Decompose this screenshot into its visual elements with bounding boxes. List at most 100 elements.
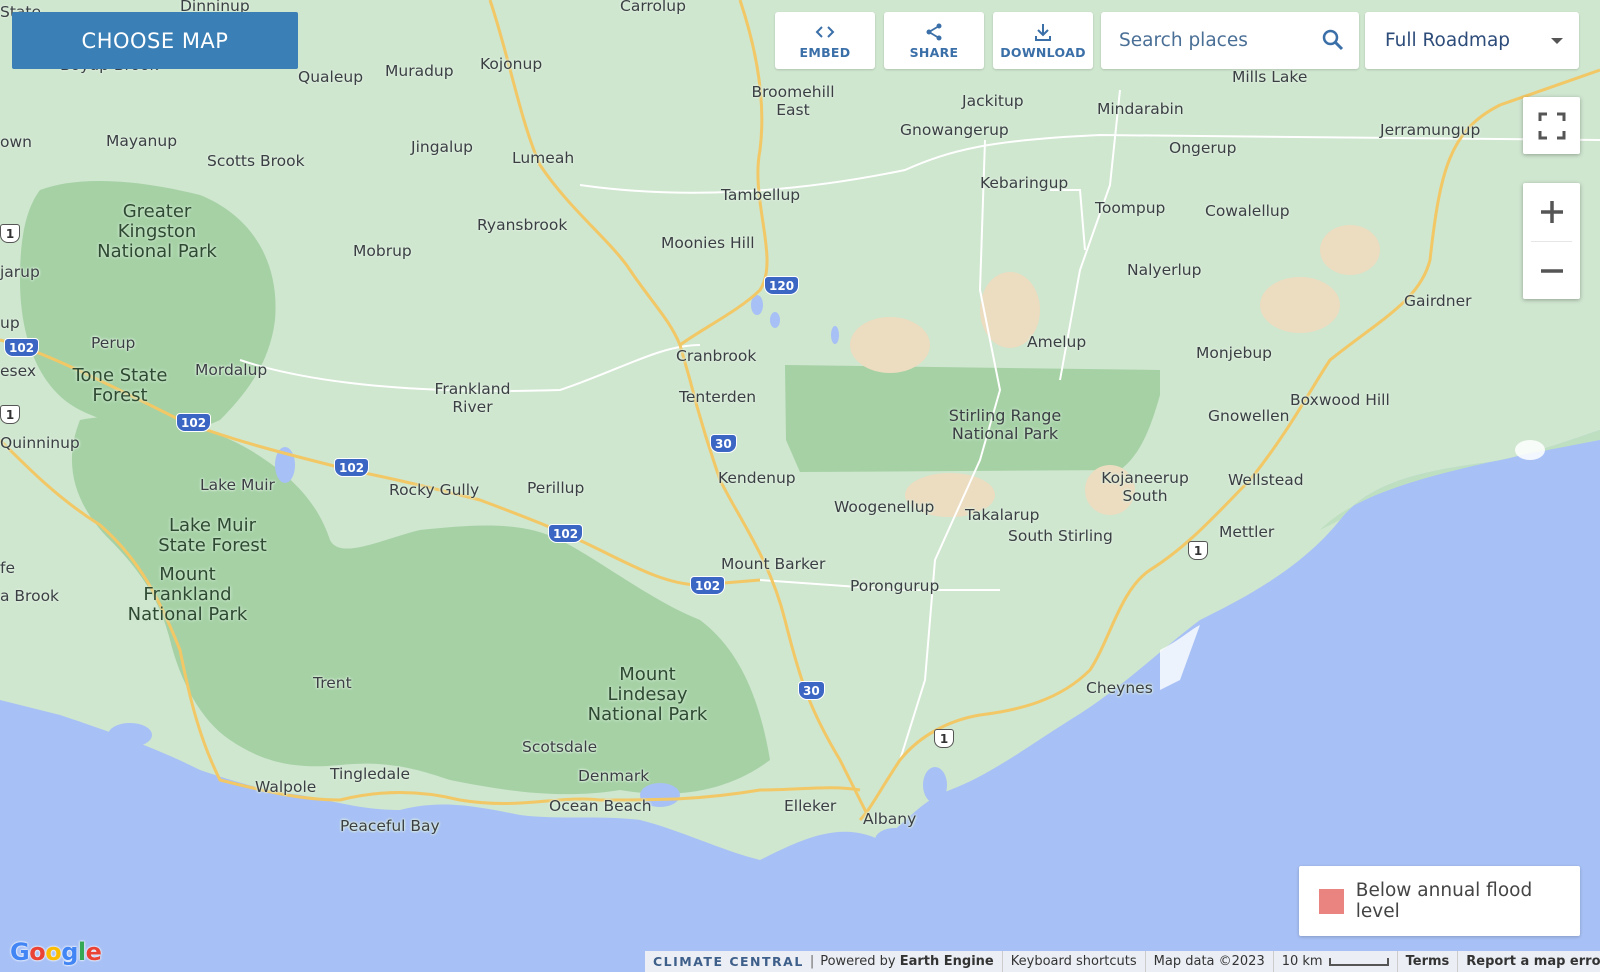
share-icon <box>924 21 944 43</box>
download-label: DOWNLOAD <box>1000 45 1086 60</box>
climate-central-credit[interactable]: CLIMATE CENTRAL | Powered by Earth Engin… <box>645 951 1003 972</box>
scale-control[interactable]: 10 km <box>1274 951 1398 972</box>
road-shield: 30 <box>798 681 825 700</box>
park-label-greater-kingston: Greater Kingston National Park <box>97 201 217 262</box>
zoom-out-button[interactable] <box>1523 242 1580 300</box>
zoom-in-button[interactable] <box>1523 183 1580 241</box>
place-label: fe <box>0 559 15 577</box>
search-box[interactable] <box>1101 12 1359 69</box>
powered-by-label: Powered by <box>820 954 896 969</box>
place-label: Qualeup <box>298 68 364 86</box>
terms-label: Terms <box>1405 954 1450 969</box>
place-label: a Brook <box>0 587 60 605</box>
place-label: esex <box>0 362 37 380</box>
place-label: own <box>0 133 32 151</box>
terms-link[interactable]: Terms <box>1398 951 1459 972</box>
road-shield: 1 <box>1188 541 1208 560</box>
scale-bar <box>1328 957 1389 966</box>
road-shield: 1 <box>0 224 20 243</box>
park-label-mount-frankland: Mount Frankland National Park <box>127 564 248 625</box>
place-label: Denmark <box>578 767 650 785</box>
embed-button[interactable]: EMBED <box>775 12 875 69</box>
share-button[interactable]: SHARE <box>884 12 984 69</box>
place-label: Woogenellup <box>834 498 935 516</box>
earth-engine-label: Earth Engine <box>899 954 994 969</box>
place-label: Ocean Beach <box>549 797 652 815</box>
place-label: Tambellup <box>721 186 801 204</box>
place-label: Kojaneerup South <box>1101 469 1189 505</box>
map-type-select[interactable]: Full Roadmap <box>1365 12 1579 69</box>
download-button[interactable]: DOWNLOAD <box>993 12 1093 69</box>
place-label: Walpole <box>255 778 317 796</box>
place-label: Muradup <box>385 62 454 80</box>
place-label: Elleker <box>784 797 837 815</box>
park-label-tone: Tone State Forest <box>72 365 168 406</box>
place-label: Monjebup <box>1196 344 1273 362</box>
search-icon[interactable] <box>1321 28 1345 57</box>
legend-swatch <box>1319 888 1344 914</box>
road-shield: 102 <box>176 413 212 432</box>
search-input[interactable] <box>1119 30 1309 51</box>
place-label: Boxwood Hill <box>1290 391 1390 409</box>
road-shield: 1 <box>0 405 20 424</box>
place-label: Ryansbrook <box>477 216 568 234</box>
place-label: Takalarup <box>965 506 1040 524</box>
place-label: Rocky Gully <box>389 481 480 499</box>
place-label: Cranbrook <box>676 347 757 365</box>
place-label: jarup <box>0 263 40 281</box>
place-label: Quinninup <box>0 434 80 452</box>
attribution-bar: CLIMATE CENTRAL | Powered by Earth Engin… <box>645 951 1600 972</box>
place-label: South Stirling <box>1008 527 1113 545</box>
place-label: Peaceful Bay <box>340 817 440 835</box>
place-label: Jackitup <box>962 92 1024 110</box>
park-label-lake-muir: Lake Muir State Forest <box>158 515 267 556</box>
report-map-error-link[interactable]: Report a map error <box>1458 951 1600 972</box>
park-label-stirling-range: Stirling Range National Park <box>948 406 1062 443</box>
place-label: Cowalellup <box>1205 202 1290 220</box>
place-label: Broomehill East <box>751 83 835 119</box>
fullscreen-button[interactable] <box>1523 97 1580 154</box>
road-shield: 120 <box>764 276 800 295</box>
place-label: Mindarabin <box>1097 100 1184 118</box>
place-label: Carrolup <box>620 0 686 15</box>
place-label: Gairdner <box>1404 292 1472 310</box>
road-shield: 102 <box>4 338 40 357</box>
park-label-mount-lindesay: Mount Lindesay National Park <box>587 664 708 725</box>
map-data-label: Map data ©2023 <box>1146 951 1274 972</box>
place-label: Lumeah <box>512 149 575 167</box>
place-label: Mobrup <box>353 242 412 260</box>
place-label: Scotsdale <box>522 738 598 756</box>
place-label: Kojonup <box>480 55 543 73</box>
legend: Below annual flood level <box>1299 866 1580 936</box>
place-label: Jingalup <box>411 138 474 156</box>
embed-label: EMBED <box>799 45 851 60</box>
place-label: Scotts Brook <box>207 152 305 170</box>
road-shield: 1 <box>934 729 954 748</box>
place-label: Perillup <box>527 479 585 497</box>
road-shield: 102 <box>548 524 584 543</box>
place-label: Mount Barker <box>721 555 826 573</box>
google-logo[interactable]: Google <box>10 938 102 966</box>
place-label: Gnowangerup <box>900 121 1009 139</box>
map-canvas[interactable]: Greater Kingston National Park Tone Stat… <box>0 0 1600 972</box>
zoom-control <box>1523 183 1580 299</box>
road-shield: 102 <box>334 458 370 477</box>
place-label: Toompup <box>1095 199 1166 217</box>
place-label: Porongurup <box>850 577 940 595</box>
climate-central-logo: CLIMATE CENTRAL <box>653 954 804 969</box>
place-label: Cheynes <box>1086 679 1153 697</box>
road-shield: 102 <box>690 576 726 595</box>
place-label: Mettler <box>1219 523 1275 541</box>
place-label: Nalyerlup <box>1127 261 1202 279</box>
place-label: Moonies Hill <box>661 234 755 252</box>
zoom-out-icon <box>1540 269 1563 273</box>
place-label: Ongerup <box>1169 139 1237 157</box>
place-label: Frankland River <box>434 380 511 416</box>
report-label: Report a map error <box>1466 954 1600 969</box>
place-label: Kendenup <box>718 469 796 487</box>
place-label: Trent <box>313 674 352 692</box>
keyboard-shortcuts-link[interactable]: Keyboard shortcuts <box>1003 951 1146 972</box>
choose-map-button[interactable]: CHOOSE MAP <box>12 12 298 69</box>
code-icon <box>815 21 835 43</box>
road-shield: 30 <box>710 434 737 453</box>
